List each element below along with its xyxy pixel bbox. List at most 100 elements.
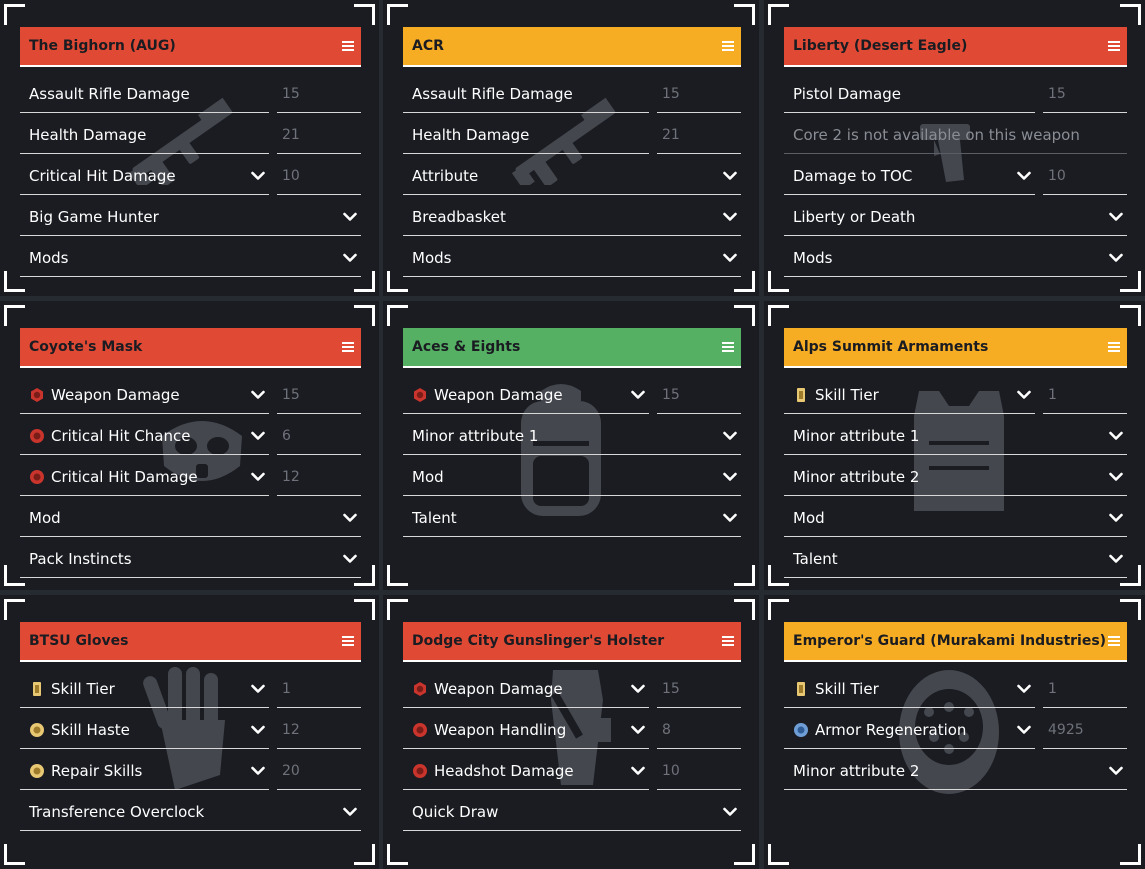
hamburger-menu-icon[interactable] xyxy=(722,41,734,51)
chevron-down-icon[interactable] xyxy=(343,210,357,224)
attribute-select[interactable]: Big Game Hunter xyxy=(20,198,361,236)
attribute-select[interactable]: Critical Hit Damage xyxy=(20,157,269,195)
attribute-value-input[interactable]: 1 xyxy=(1043,670,1127,708)
attribute-value-input[interactable]: 15 xyxy=(1043,75,1127,113)
attribute-select[interactable]: Weapon Damage xyxy=(403,670,649,708)
attribute-value-input[interactable]: 15 xyxy=(657,376,741,414)
hamburger-menu-icon[interactable] xyxy=(1108,636,1120,646)
hamburger-menu-icon[interactable] xyxy=(1108,41,1120,51)
chevron-down-icon[interactable] xyxy=(1109,764,1123,778)
chevron-down-icon[interactable] xyxy=(251,723,265,737)
attribute-field[interactable]: Health Damage xyxy=(20,116,269,154)
attribute-select[interactable]: Repair Skills xyxy=(20,752,269,790)
attribute-select[interactable]: Mods xyxy=(784,239,1127,277)
hamburger-menu-icon[interactable] xyxy=(722,342,734,352)
attribute-select[interactable]: Skill Haste xyxy=(20,711,269,749)
attribute-value-input[interactable]: 20 xyxy=(277,752,361,790)
chevron-down-icon[interactable] xyxy=(1017,169,1031,183)
chevron-down-icon[interactable] xyxy=(723,470,737,484)
attribute-select[interactable]: Transference Overclock xyxy=(20,793,361,831)
chevron-down-icon[interactable] xyxy=(1017,682,1031,696)
chevron-down-icon[interactable] xyxy=(1109,470,1123,484)
chevron-down-icon[interactable] xyxy=(631,388,645,402)
attribute-select[interactable]: Quick Draw xyxy=(403,793,741,831)
attribute-value-input[interactable]: 12 xyxy=(277,711,361,749)
chevron-down-icon[interactable] xyxy=(251,429,265,443)
attribute-value-input[interactable]: 6 xyxy=(277,417,361,455)
chevron-down-icon[interactable] xyxy=(1017,723,1031,737)
attribute-select[interactable]: Talent xyxy=(784,540,1127,578)
attribute-select[interactable]: Minor attribute 1 xyxy=(784,417,1127,455)
attribute-value-input[interactable]: 15 xyxy=(657,670,741,708)
chevron-down-icon[interactable] xyxy=(723,210,737,224)
attribute-field[interactable]: Pistol Damage xyxy=(784,75,1035,113)
chevron-down-icon[interactable] xyxy=(723,251,737,265)
attribute-field[interactable]: Assault Rifle Damage xyxy=(403,75,649,113)
attribute-select[interactable]: Mod xyxy=(784,499,1127,537)
attribute-value-input[interactable]: 21 xyxy=(277,116,361,154)
attribute-value-input[interactable]: 12 xyxy=(277,458,361,496)
hamburger-menu-icon[interactable] xyxy=(722,636,734,646)
chevron-down-icon[interactable] xyxy=(1109,511,1123,525)
chevron-down-icon[interactable] xyxy=(343,511,357,525)
attribute-select[interactable]: Mods xyxy=(403,239,741,277)
chevron-down-icon[interactable] xyxy=(723,429,737,443)
attribute-select[interactable]: Skill Tier xyxy=(784,670,1035,708)
chevron-down-icon[interactable] xyxy=(251,169,265,183)
chevron-down-icon[interactable] xyxy=(631,764,645,778)
chevron-down-icon[interactable] xyxy=(723,805,737,819)
chevron-down-icon[interactable] xyxy=(631,682,645,696)
attribute-value-input[interactable]: 10 xyxy=(657,752,741,790)
hamburger-menu-icon[interactable] xyxy=(1108,342,1120,352)
attribute-select[interactable]: Breadbasket xyxy=(403,198,741,236)
attribute-field[interactable]: Health Damage xyxy=(403,116,649,154)
chevron-down-icon[interactable] xyxy=(1109,429,1123,443)
attribute-select[interactable]: Skill Tier xyxy=(784,376,1035,414)
attribute-value-input[interactable]: 21 xyxy=(657,116,741,154)
attribute-value-input[interactable]: 8 xyxy=(657,711,741,749)
chevron-down-icon[interactable] xyxy=(343,552,357,566)
attribute-select[interactable]: Minor attribute 1 xyxy=(403,417,741,455)
chevron-down-icon[interactable] xyxy=(1109,251,1123,265)
attribute-select[interactable]: Mod xyxy=(403,458,741,496)
attribute-select[interactable]: Weapon Damage xyxy=(403,376,649,414)
attribute-value-input[interactable]: 1 xyxy=(1043,376,1127,414)
attribute-value-input[interactable]: 15 xyxy=(277,75,361,113)
attribute-select[interactable]: Weapon Handling xyxy=(403,711,649,749)
hamburger-menu-icon[interactable] xyxy=(342,41,354,51)
chevron-down-icon[interactable] xyxy=(631,723,645,737)
attribute-value-input[interactable]: 15 xyxy=(657,75,741,113)
attribute-select[interactable]: Weapon Damage xyxy=(20,376,269,414)
attribute-value-input[interactable]: 15 xyxy=(277,376,361,414)
attribute-select[interactable]: Minor attribute 2 xyxy=(784,458,1127,496)
chevron-down-icon[interactable] xyxy=(1017,388,1031,402)
chevron-down-icon[interactable] xyxy=(1109,210,1123,224)
attribute-select[interactable]: Skill Tier xyxy=(20,670,269,708)
attribute-select[interactable]: Critical Hit Chance xyxy=(20,417,269,455)
attribute-select[interactable]: Armor Regeneration xyxy=(784,711,1035,749)
chevron-down-icon[interactable] xyxy=(343,805,357,819)
attribute-value-input[interactable]: 4925 xyxy=(1043,711,1127,749)
chevron-down-icon[interactable] xyxy=(343,251,357,265)
chevron-down-icon[interactable] xyxy=(251,682,265,696)
attribute-select[interactable]: Liberty or Death xyxy=(784,198,1127,236)
chevron-down-icon[interactable] xyxy=(723,511,737,525)
hamburger-menu-icon[interactable] xyxy=(342,636,354,646)
attribute-value-input[interactable]: 10 xyxy=(1043,157,1127,195)
chevron-down-icon[interactable] xyxy=(1109,552,1123,566)
attribute-select[interactable]: Damage to TOC xyxy=(784,157,1035,195)
attribute-value-input[interactable]: 1 xyxy=(277,670,361,708)
chevron-down-icon[interactable] xyxy=(251,470,265,484)
chevron-down-icon[interactable] xyxy=(251,388,265,402)
attribute-select[interactable]: Pack Instincts xyxy=(20,540,361,578)
attribute-field[interactable]: Assault Rifle Damage xyxy=(20,75,269,113)
chevron-down-icon[interactable] xyxy=(723,169,737,183)
chevron-down-icon[interactable] xyxy=(251,764,265,778)
attribute-select[interactable]: Attribute xyxy=(403,157,741,195)
attribute-value-input[interactable]: 10 xyxy=(277,157,361,195)
hamburger-menu-icon[interactable] xyxy=(342,342,354,352)
attribute-select[interactable]: Mod xyxy=(20,499,361,537)
attribute-select[interactable]: Talent xyxy=(403,499,741,537)
attribute-select[interactable]: Critical Hit Damage xyxy=(20,458,269,496)
attribute-select[interactable]: Mods xyxy=(20,239,361,277)
